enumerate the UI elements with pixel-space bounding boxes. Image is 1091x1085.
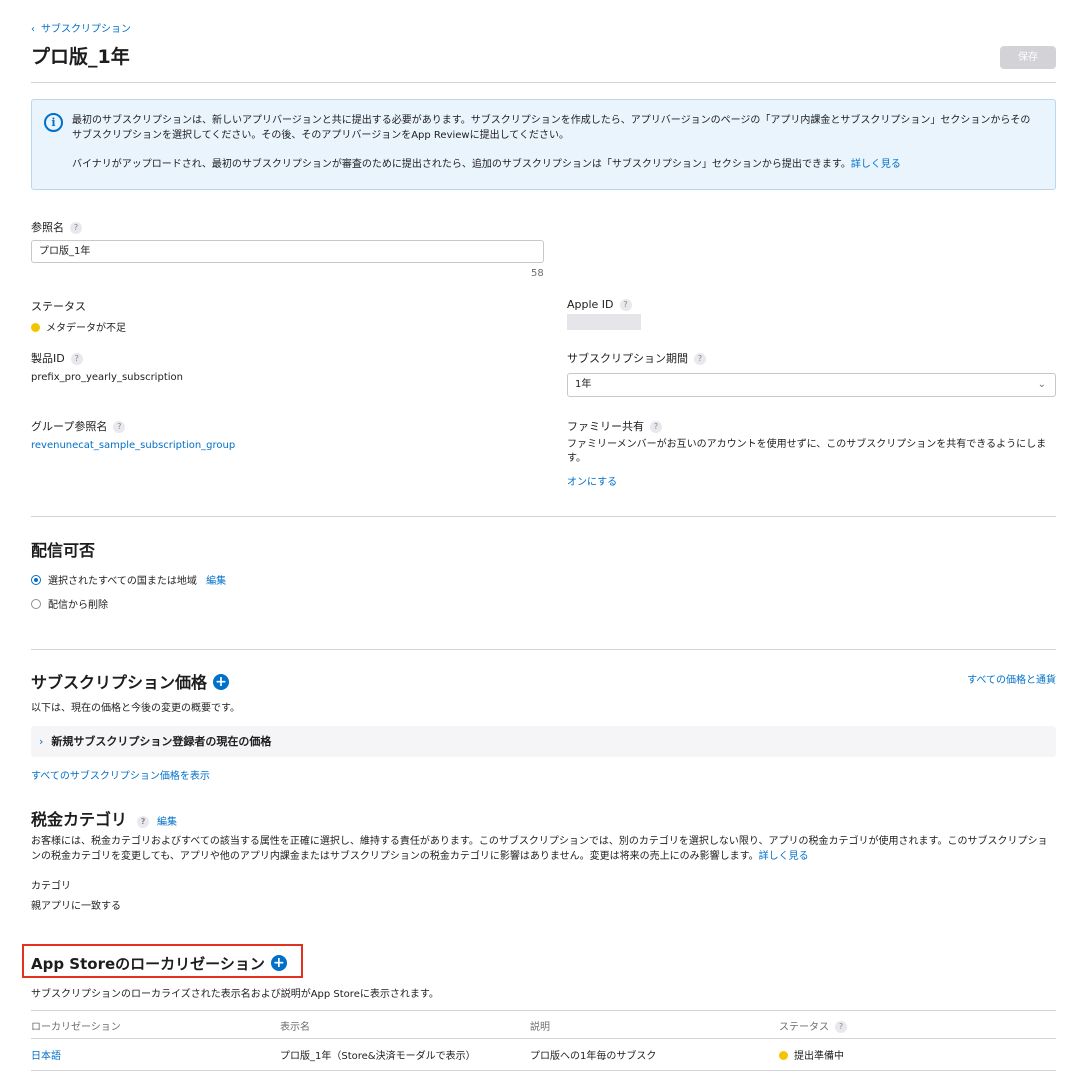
table-row-status: 提出準備中 xyxy=(779,1047,844,1062)
column-header-locale: ローカリゼーション xyxy=(31,1022,121,1033)
chevron-left-icon: ‹ xyxy=(31,24,35,35)
pricing-desc: 以下は、現在の価格と今後の変更の概要です。 xyxy=(31,703,240,714)
status-label: ステータス xyxy=(31,300,86,313)
page-title: プロ版_1年 xyxy=(31,46,130,68)
family-sharing-enable-link[interactable]: オンにする xyxy=(567,473,617,488)
help-icon[interactable]: ? xyxy=(70,222,82,234)
info-banner: i 最初のサブスクリプションは、新しいアプリバージョンと共に提出する必要がありま… xyxy=(31,99,1056,190)
status-value: メタデータが不足 xyxy=(31,319,126,334)
tax-category-label: カテゴリ xyxy=(31,881,71,892)
column-header-status: ステータス? xyxy=(779,1018,847,1033)
all-prices-currencies-link[interactable]: すべての価格と通貨 xyxy=(967,671,1056,686)
help-icon[interactable]: ? xyxy=(650,421,662,433)
table-top-border xyxy=(31,1010,1056,1011)
status-dot-icon xyxy=(779,1051,788,1060)
current-price-row[interactable]: › 新規サブスクリプション登録者の現在の価格 xyxy=(31,726,1056,757)
product-id-value: prefix_pro_yearly_subscription xyxy=(31,372,183,383)
period-select[interactable]: 1年 ⌄ xyxy=(567,373,1056,397)
add-localization-plus-icon[interactable]: + xyxy=(270,955,287,971)
info-icon: i xyxy=(44,113,63,132)
reference-name-input[interactable]: プロ版_1年 xyxy=(31,240,544,263)
help-icon[interactable]: ? xyxy=(694,353,706,365)
tax-desc: お客様には、税金カテゴリおよびすべての該当する属性を正確に選択し、維持する責任が… xyxy=(31,836,1048,862)
help-icon[interactable]: ? xyxy=(137,816,150,828)
show-all-prices-link[interactable]: すべてのサブスクリプション価格を表示 xyxy=(31,767,210,782)
availability-option-selected[interactable]: 選択されたすべての国または地域 編集 xyxy=(31,572,226,587)
breadcrumb[interactable]: ‹ サブスクリプション xyxy=(31,20,131,35)
section-divider xyxy=(31,516,1056,517)
tax-learn-more-link[interactable]: 詳しく見る xyxy=(759,851,809,862)
column-header-description: 説明 xyxy=(530,1022,550,1033)
availability-edit-link[interactable]: 編集 xyxy=(206,576,226,587)
help-icon[interactable]: ? xyxy=(835,1021,847,1033)
pricing-title: サブスクリプション価格 + xyxy=(31,669,230,693)
help-icon[interactable]: ? xyxy=(619,299,632,311)
warning-dot-icon xyxy=(31,323,40,332)
add-price-plus-icon[interactable]: + xyxy=(213,674,230,690)
radio-unselected-icon[interactable] xyxy=(31,599,41,609)
apple-id-label: Apple ID? xyxy=(567,298,632,311)
period-label: サブスクリプション期間? xyxy=(567,350,706,366)
family-sharing-desc: ファミリーメンバーがお互いのアカウントを使用せずに、このサブスクリプションを共有… xyxy=(567,439,1047,464)
breadcrumb-subscriptions-link[interactable]: サブスクリプション xyxy=(41,24,131,35)
product-id-label: 製品ID? xyxy=(31,350,83,366)
header-divider xyxy=(31,82,1056,83)
radio-selected-icon[interactable] xyxy=(31,575,41,585)
localization-desc: サブスクリプションのローカライズされた表示名および説明がApp Storeに表示… xyxy=(31,989,439,1000)
help-icon[interactable]: ? xyxy=(70,353,83,365)
apple-id-redacted xyxy=(567,314,641,330)
tax-category-value: 親アプリに一致する xyxy=(31,901,121,912)
chevron-down-icon: ⌄ xyxy=(1037,379,1046,390)
group-link[interactable]: revenunecat_sample_subscription_group xyxy=(31,440,235,451)
table-row-description: プロ版への1年毎のサブスク xyxy=(530,1051,657,1062)
character-count: 58 xyxy=(531,268,544,279)
table-row-locale-link[interactable]: 日本語 xyxy=(31,1047,61,1062)
info-learn-more-link[interactable]: 詳しく見る xyxy=(851,159,901,170)
availability-option-remove[interactable]: 配信から削除 xyxy=(31,596,108,611)
help-icon[interactable]: ? xyxy=(113,421,126,433)
availability-title: 配信可否 xyxy=(31,541,96,560)
reference-name-label: 参照名? xyxy=(31,219,82,235)
localization-title: App Storeのローカリゼーション + xyxy=(31,953,287,974)
save-button[interactable]: 保存 xyxy=(1000,46,1056,69)
group-label: グループ参照名? xyxy=(31,418,126,434)
info-text-1: 最初のサブスクリプションは、新しいアプリバージョンと共に提出する必要があります。… xyxy=(72,115,1031,141)
table-bottom-border xyxy=(31,1070,1056,1071)
chevron-right-icon: › xyxy=(39,735,44,748)
family-sharing-label: ファミリー共有? xyxy=(567,418,662,434)
table-row-display-name: プロ版_1年（Store&決済モーダルで表示） xyxy=(280,1051,476,1062)
column-header-display-name: 表示名 xyxy=(280,1022,310,1033)
section-divider xyxy=(31,649,1056,650)
tax-title: 税金カテゴリ? 編集 xyxy=(31,810,178,829)
table-header-border xyxy=(31,1038,1056,1039)
tax-edit-link[interactable]: 編集 xyxy=(157,817,177,828)
info-text-2: バイナリがアップロードされ、最初のサブスクリプションが審査のために提出されたら、… xyxy=(72,159,901,170)
